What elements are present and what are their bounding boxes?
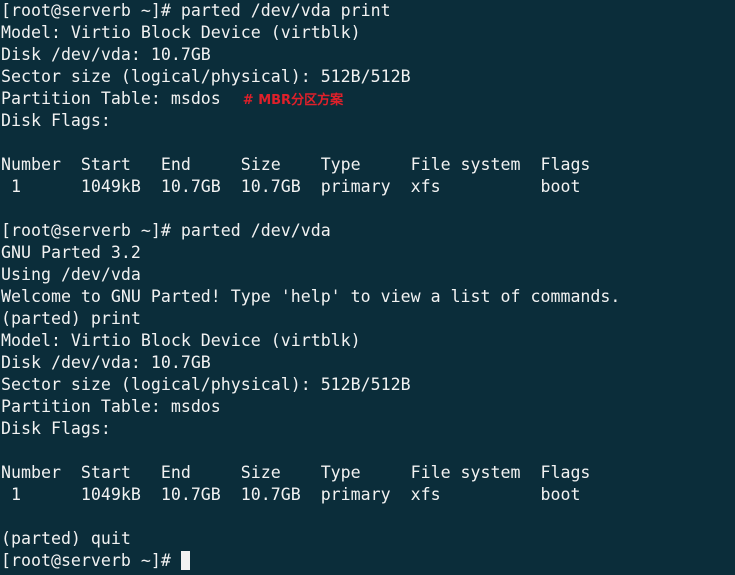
terminal-line: Partition Table: msdos (1, 397, 221, 416)
terminal-line: Welcome to GNU Parted! Type 'help' to vi… (1, 287, 621, 306)
terminal-line: Sector size (logical/physical): 512B/512… (1, 375, 411, 394)
terminal-line: Disk Flags: (1, 419, 111, 438)
terminal-line: GNU Parted 3.2 (1, 243, 141, 262)
partition-table-row: 1 1049kB 10.7GB 10.7GB primary xfs boot (1, 177, 581, 196)
terminal-line: [root@serverb ~]# parted /dev/vda (1, 221, 331, 240)
terminal-line: Disk /dev/vda: 10.7GB (1, 353, 211, 372)
terminal-line: Disk Flags: (1, 111, 111, 130)
terminal-line: Using /dev/vda (1, 265, 141, 284)
terminal-line: Model: Virtio Block Device (virtblk) (1, 23, 361, 42)
terminal-prompt-line[interactable]: [root@serverb ~]# (1, 550, 735, 572)
terminal-line: Sector size (logical/physical): 512B/512… (1, 67, 411, 86)
shell-prompt: [root@serverb ~]# (1, 551, 181, 570)
terminal-line: (parted) quit (1, 529, 131, 548)
terminal-line: Partition Table: msdos # MBR分区方案 (1, 88, 735, 110)
terminal-line: (parted) print (1, 309, 141, 328)
annotation-note: # MBR分区方案 (242, 93, 344, 108)
text-cursor[interactable] (180, 551, 190, 570)
terminal-line: Disk /dev/vda: 10.7GB (1, 45, 211, 64)
terminal-line: [root@serverb ~]# parted /dev/vda print (1, 1, 391, 20)
terminal-window[interactable]: [root@serverb ~]# parted /dev/vda print … (0, 0, 735, 575)
terminal-line-text: Partition Table: msdos (1, 89, 221, 108)
partition-table-header: Number Start End Size Type File system F… (1, 155, 591, 174)
partition-table-header: Number Start End Size Type File system F… (1, 463, 591, 482)
partition-table-row: 1 1049kB 10.7GB 10.7GB primary xfs boot (1, 485, 581, 504)
terminal-line: Model: Virtio Block Device (virtblk) (1, 331, 361, 350)
